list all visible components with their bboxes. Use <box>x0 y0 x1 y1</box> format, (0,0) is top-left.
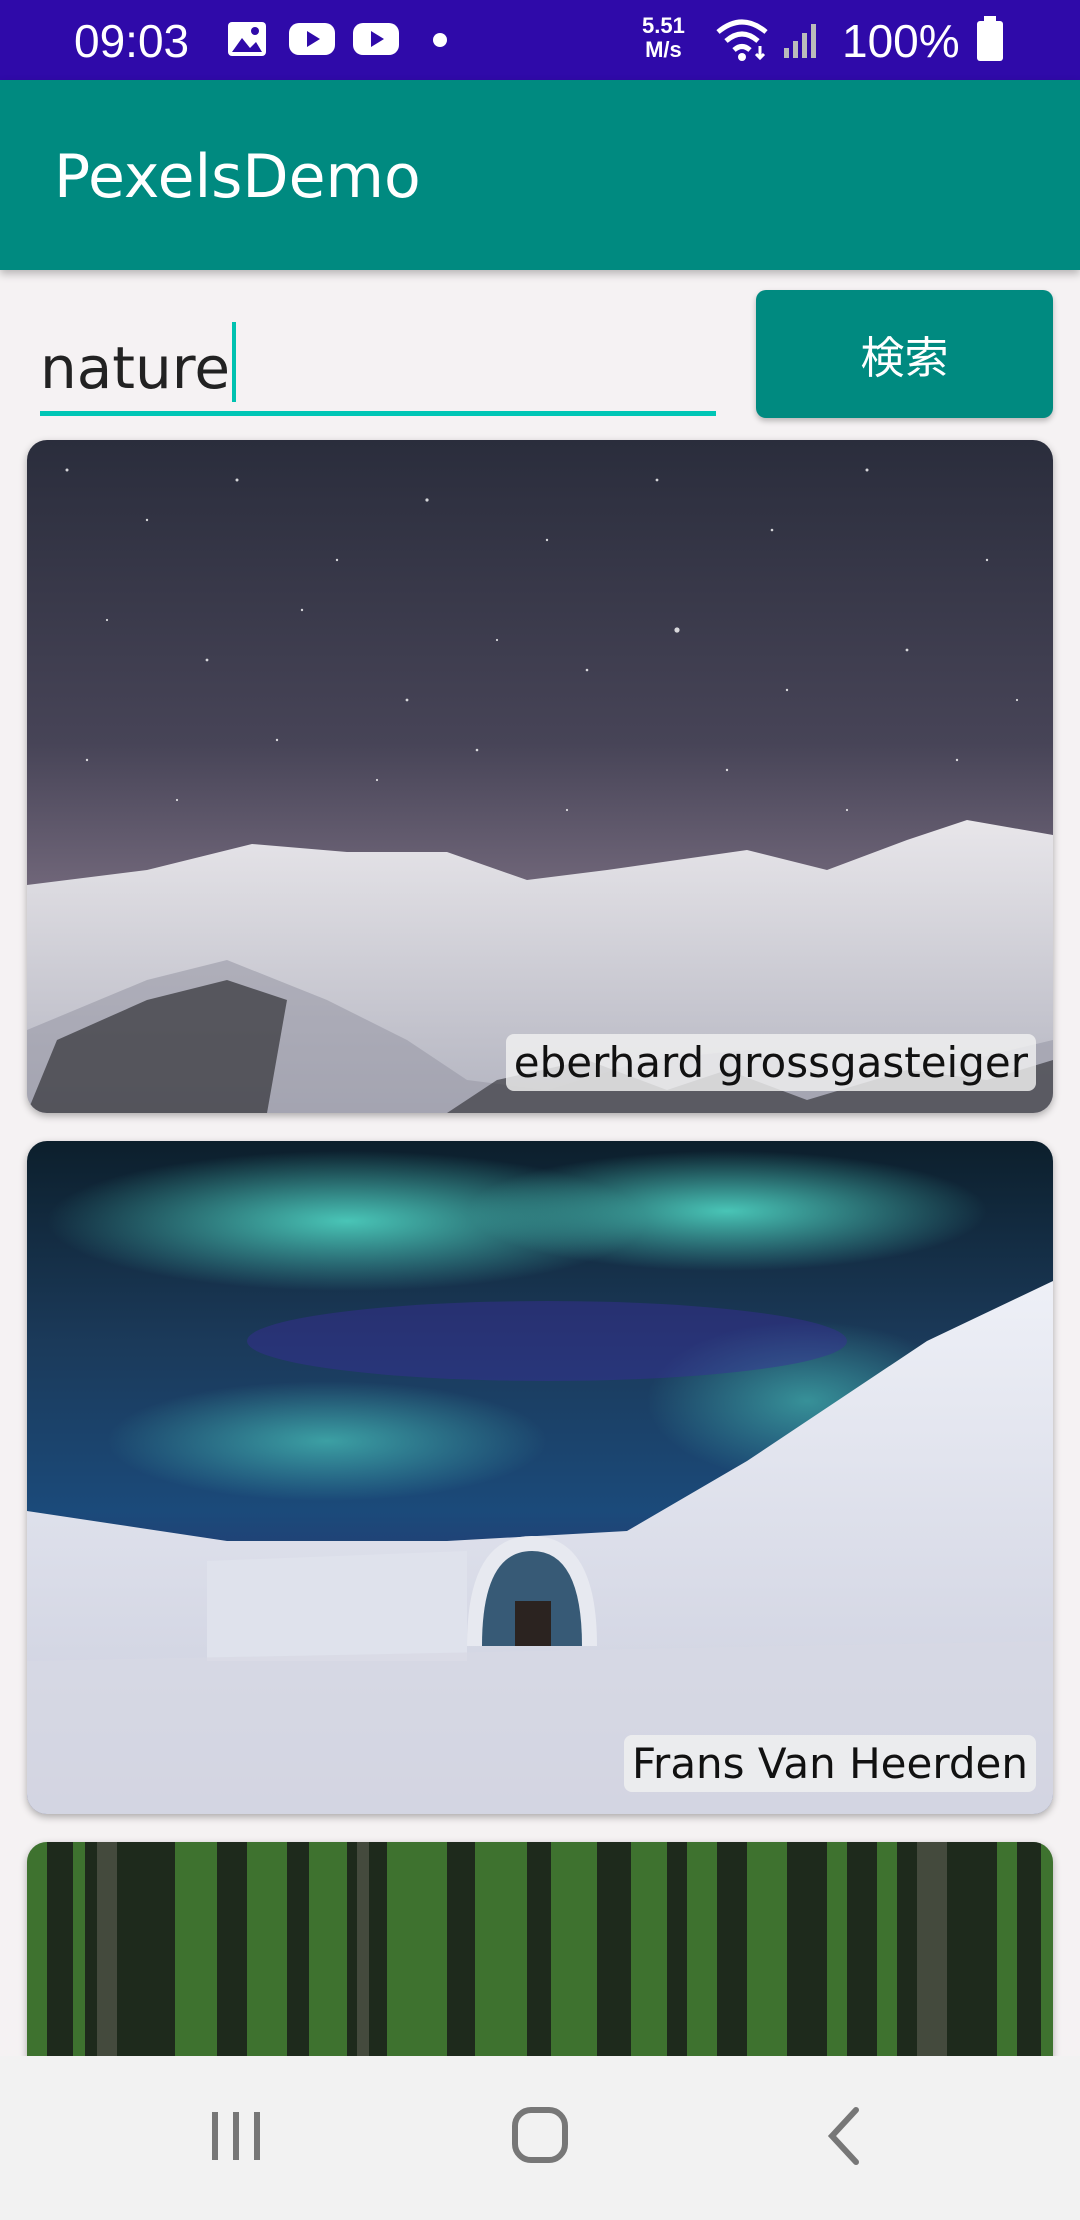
wifi-icon <box>714 16 770 66</box>
app-bar: PexelsDemo <box>0 80 1080 270</box>
photo-card[interactable]: Frans Van Heerden <box>27 1141 1053 1814</box>
net-speed: 5.51 M/s <box>642 14 685 62</box>
navigation-bar <box>0 2056 1080 2220</box>
search-button[interactable]: 検索 <box>756 290 1053 418</box>
photographer-name: Frans Van Heerden <box>623 1735 1036 1792</box>
photographer-name: eberhard grossgasteiger <box>505 1034 1036 1091</box>
signal-icon <box>782 20 822 64</box>
net-speed-value: 5.51 <box>642 13 685 38</box>
dot-icon <box>432 32 448 52</box>
battery-icon <box>976 16 1004 66</box>
back-icon[interactable] <box>794 2096 894 2176</box>
youtube-icon <box>352 18 400 64</box>
search-value: nature <box>40 334 231 402</box>
photo-card[interactable]: eberhard grossgasteiger <box>27 440 1053 1113</box>
search-input[interactable]: nature <box>40 300 716 416</box>
gallery-icon <box>226 18 268 64</box>
home-icon[interactable] <box>490 2096 590 2176</box>
photo-image[interactable] <box>27 1141 1053 1814</box>
photo-image[interactable] <box>27 1842 1053 2058</box>
text-caret <box>232 322 237 402</box>
app-title: PexelsDemo <box>54 142 421 212</box>
status-bar: 09:03 5.51 M/s 100% <box>0 0 1080 80</box>
search-text[interactable]: nature <box>40 322 237 402</box>
status-time: 09:03 <box>74 15 190 67</box>
net-speed-unit: M/s <box>645 37 682 62</box>
youtube-icon <box>288 18 336 64</box>
photo-card[interactable] <box>27 1842 1053 2058</box>
battery-percent: 100% <box>842 15 960 67</box>
search-underline <box>40 411 716 416</box>
photo-image[interactable] <box>27 440 1053 1113</box>
recents-icon[interactable] <box>186 2096 286 2176</box>
